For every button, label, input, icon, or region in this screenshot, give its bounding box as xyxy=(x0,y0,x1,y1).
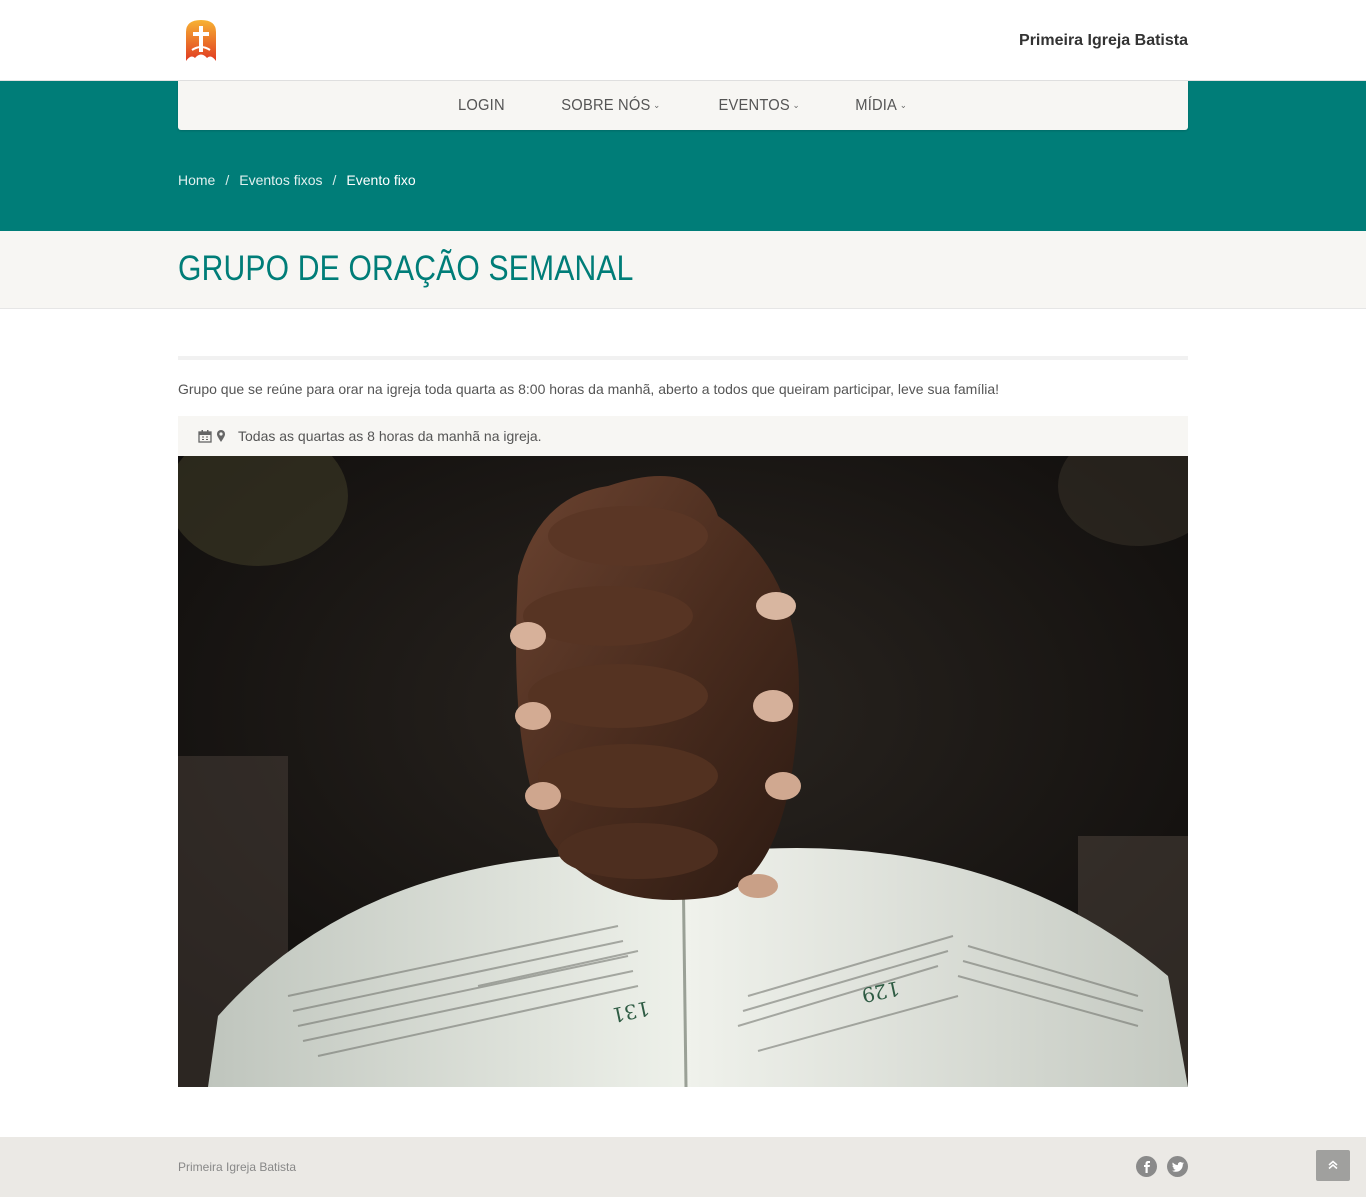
facebook-icon[interactable] xyxy=(1136,1156,1157,1177)
nav-login-label: LOGIN xyxy=(458,96,506,114)
breadcrumb: Home / Eventos fixos / Evento fixo xyxy=(178,172,416,188)
map-marker-icon xyxy=(216,429,230,443)
event-schedule-text: Todas as quartas as 8 horas da manhã na … xyxy=(238,428,542,444)
nav-sobre-nos-label: SOBRE NÓS xyxy=(561,96,651,114)
breadcrumb-separator: / xyxy=(332,172,337,188)
breadcrumb-home[interactable]: Home xyxy=(178,172,215,188)
breadcrumb-current: Evento fixo xyxy=(346,172,416,188)
main-nav: LOGIN SOBRE NÓS ⌄ EVENTOS ⌄ MÍDIA ⌄ xyxy=(178,81,1188,130)
twitter-icon[interactable] xyxy=(1167,1156,1188,1177)
calendar-icon xyxy=(198,429,212,443)
praying-hands-photo: 131 129 xyxy=(178,456,1188,1087)
nav-midia[interactable]: MÍDIA ⌄ xyxy=(833,97,931,115)
chevron-down-icon: ⌄ xyxy=(792,100,800,110)
double-chevron-up-icon xyxy=(1328,1157,1338,1175)
nav-sobre-nos[interactable]: SOBRE NÓS ⌄ xyxy=(539,97,684,115)
nav-login[interactable]: LOGIN xyxy=(436,97,529,115)
event-schedule-bar: Todas as quartas as 8 horas da manhã na … xyxy=(178,416,1188,456)
site-name[interactable]: Primeira Igreja Batista xyxy=(1019,32,1188,50)
back-to-top-button[interactable] xyxy=(1316,1150,1350,1181)
nav-eventos[interactable]: EVENTOS ⌄ xyxy=(696,97,823,115)
breadcrumb-separator: / xyxy=(225,172,230,188)
breadcrumb-eventos-fixos[interactable]: Eventos fixos xyxy=(239,172,322,188)
church-logo[interactable] xyxy=(183,18,219,62)
footer-site-name: Primeira Igreja Batista xyxy=(178,1160,297,1174)
nav-eventos-label: EVENTOS xyxy=(718,96,790,114)
chevron-down-icon: ⌄ xyxy=(900,100,908,110)
page-title: GRUPO DE ORAÇÃO SEMANAL xyxy=(178,249,634,288)
chevron-down-icon: ⌄ xyxy=(653,100,661,110)
nav-midia-label: MÍDIA xyxy=(855,96,898,114)
event-description: Grupo que se reúne para orar na igreja t… xyxy=(178,381,1000,397)
content-divider xyxy=(178,356,1188,360)
